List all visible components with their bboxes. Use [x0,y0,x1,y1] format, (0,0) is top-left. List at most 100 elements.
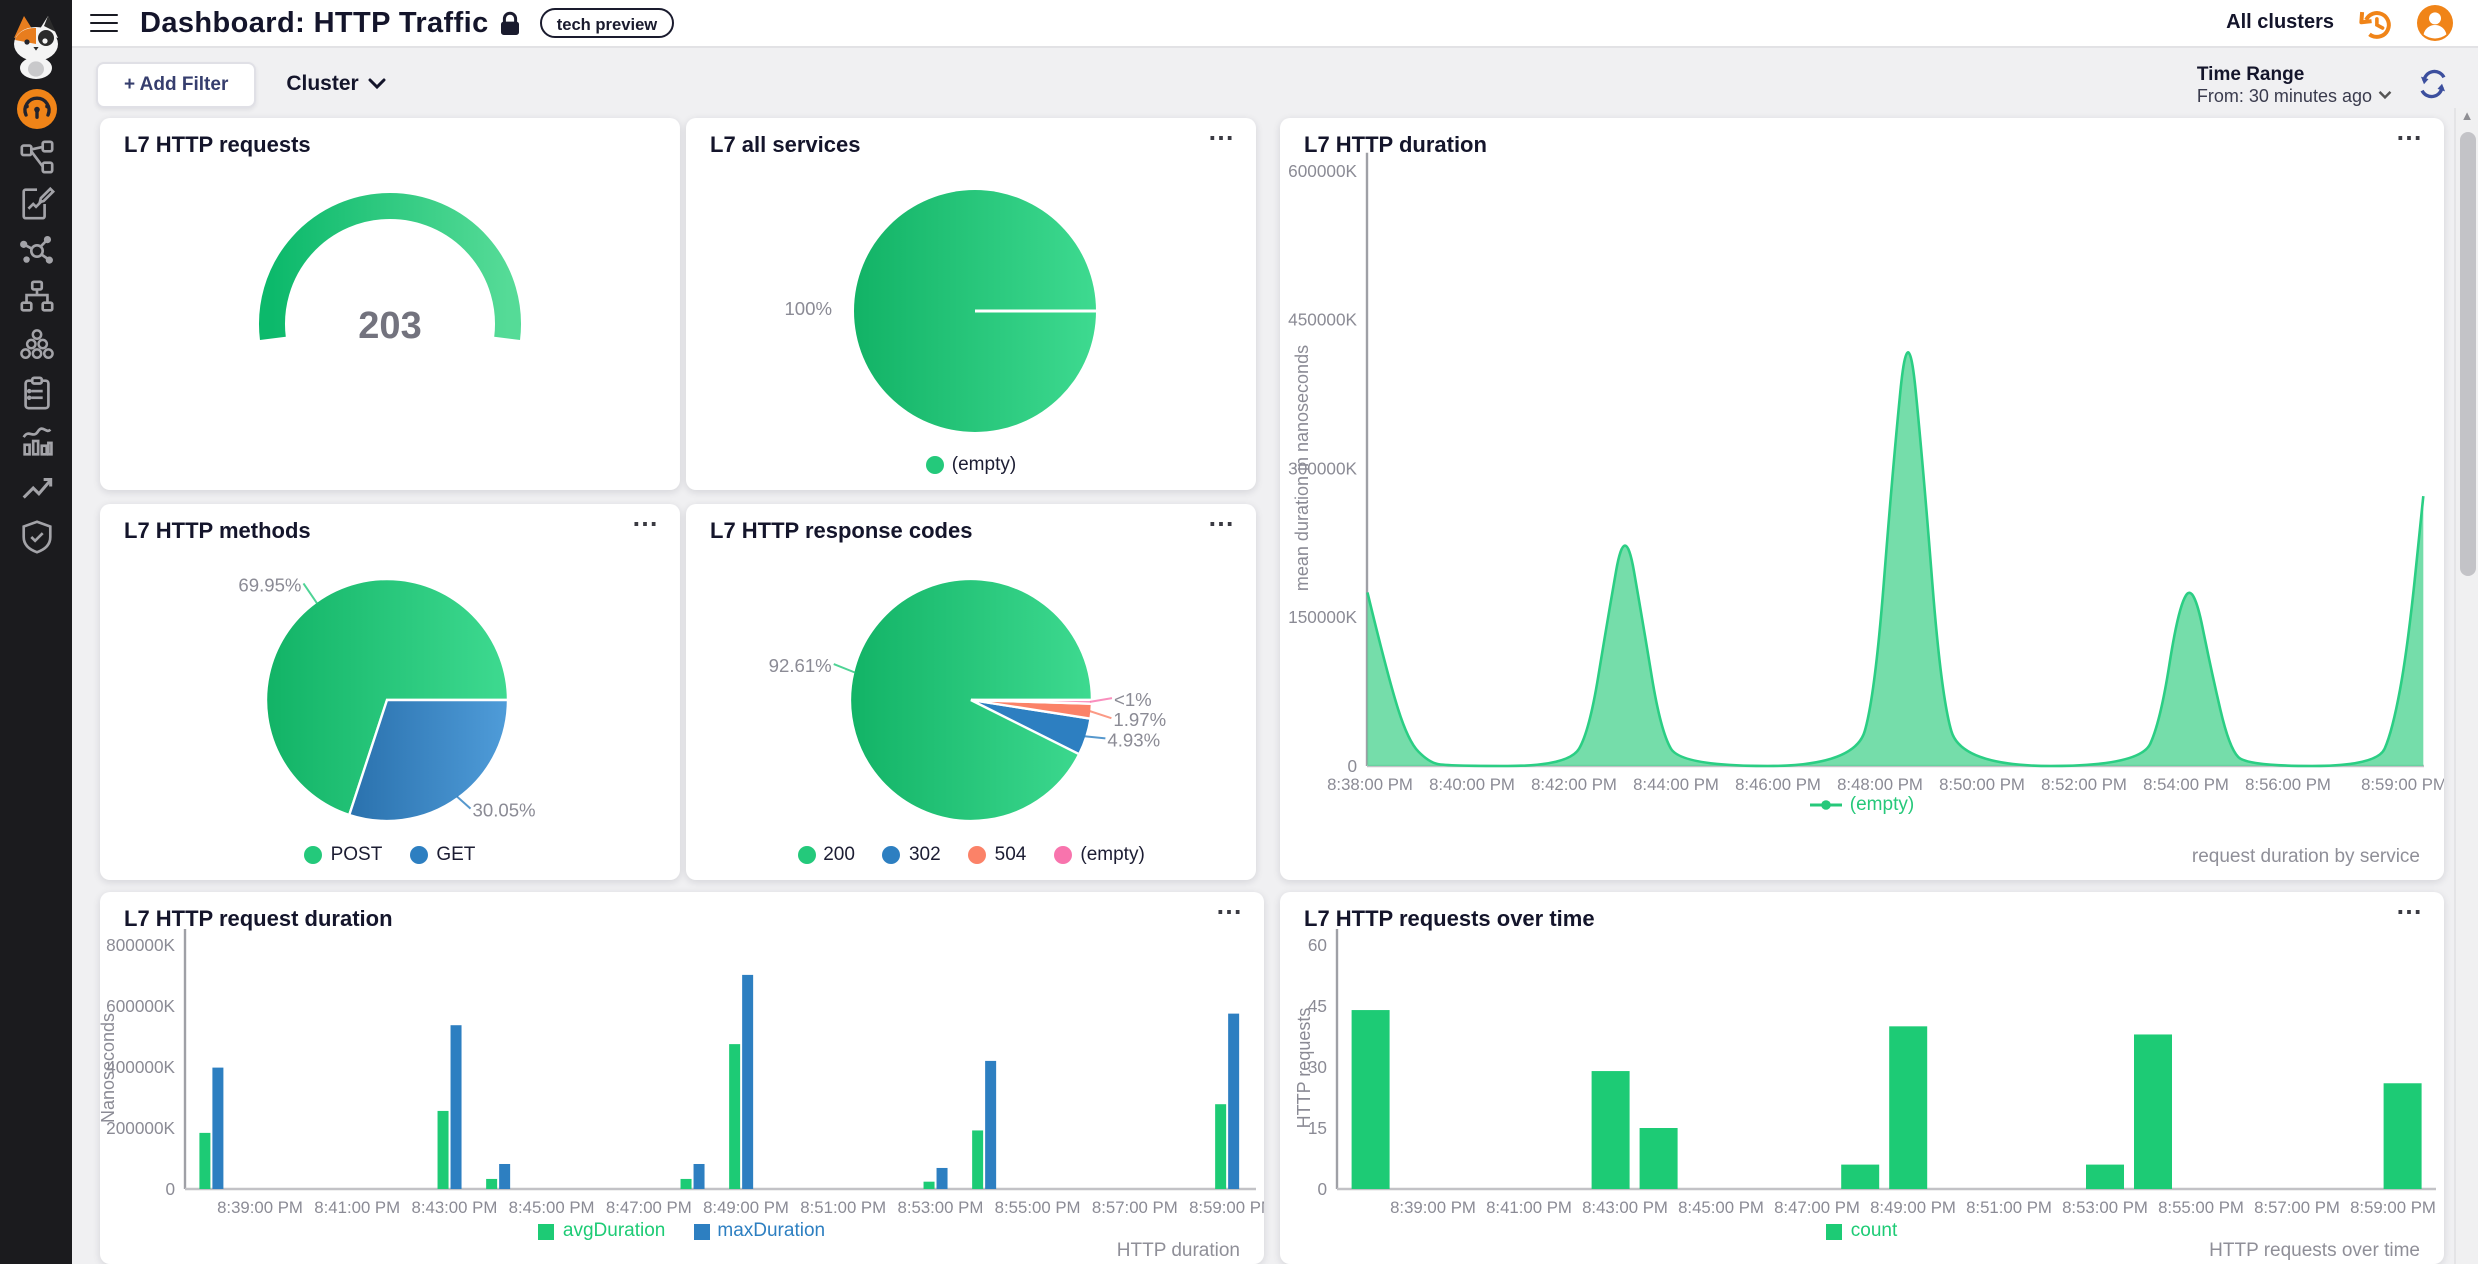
svg-text:8:39:00 PM: 8:39:00 PM [217,1198,303,1217]
legend-item[interactable]: avgDuration [539,1220,665,1242]
svg-text:8:47:00 PM: 8:47:00 PM [1774,1198,1860,1217]
svg-text:92.61%: 92.61% [769,655,832,676]
scrollbar-up-arrow[interactable]: ▲ [2456,110,2478,124]
pie-chart: 100% [686,118,1256,490]
add-filter-button[interactable]: + Add Filter [96,61,256,107]
more-options-icon[interactable]: ⋯ [1216,896,1244,928]
refresh-button[interactable] [2416,68,2450,100]
svg-text:60: 60 [1308,935,1327,955]
more-options-icon[interactable]: ⋯ [2396,122,2424,154]
scrollbar-thumb[interactable] [2459,132,2476,576]
card-l7-http-methods: L7 HTTP methods ⋯ 69.95%30.05% POSTGET [100,504,680,880]
trend-up-icon [17,469,55,507]
svg-text:8:51:00 PM: 8:51:00 PM [800,1198,886,1217]
svg-text:8:59:00 PM: 8:59:00 PM [2361,775,2444,794]
area-chart: 0150000K300000K450000K600000K8:38:00 PM8… [1280,118,2444,880]
document-edit-icon [17,183,55,221]
history-icon[interactable] [2356,5,2394,41]
legend-item[interactable]: (empty) [1810,794,1914,816]
menu-icon[interactable] [90,13,118,33]
svg-text:30.05%: 30.05% [473,800,536,821]
legend-item[interactable]: count [1827,1220,1898,1242]
svg-text:8:50:00 PM: 8:50:00 PM [1939,775,2025,794]
bar-chart-icon [17,421,55,459]
svg-text:8:44:00 PM: 8:44:00 PM [1633,775,1719,794]
svg-text:8:43:00 PM: 8:43:00 PM [411,1198,497,1217]
legend-item[interactable]: 504 [969,844,1027,866]
svg-text:600000K: 600000K [1288,161,1357,181]
svg-text:8:39:00 PM: 8:39:00 PM [1390,1198,1476,1217]
chart-footnote: HTTP requests over time [2209,1240,2420,1262]
more-options-icon[interactable]: ⋯ [2396,896,2424,928]
svg-text:1.97%: 1.97% [1113,709,1166,730]
sidebar-item-dashboard[interactable] [0,86,72,130]
cat-logo-icon[interactable] [8,14,64,78]
molecule-icon [17,231,55,269]
sidebar-item-service-topology[interactable] [0,134,72,178]
sidebar-item-processes[interactable] [0,228,72,272]
svg-text:8:48:00 PM: 8:48:00 PM [1837,775,1923,794]
legend-item[interactable]: (empty) [1054,844,1144,866]
chart-legend: (empty) [1280,794,2444,816]
svg-text:8:38:00 PM: 8:38:00 PM [1327,775,1413,794]
all-clusters-label[interactable]: All clusters [2226,12,2334,34]
shield-check-icon [17,517,55,555]
legend-item[interactable]: GET [410,844,475,866]
cluster-dropdown[interactable]: Cluster [286,72,386,96]
svg-text:8:53:00 PM: 8:53:00 PM [2062,1198,2148,1217]
svg-text:0: 0 [165,1179,175,1199]
refresh-icon [2416,68,2450,100]
more-options-icon[interactable]: ⋯ [632,508,660,540]
svg-text:mean duration in nanoseconds: mean duration in nanoseconds [1292,345,1312,591]
time-range-value: From: 30 minutes ago [2197,85,2372,105]
legend-item[interactable]: 200 [797,844,855,866]
gauge-icon [15,87,57,129]
sidebar-item-metrics[interactable] [0,418,72,462]
svg-text:8:49:00 PM: 8:49:00 PM [703,1198,789,1217]
svg-text:8:41:00 PM: 8:41:00 PM [1486,1198,1572,1217]
svg-text:8:53:00 PM: 8:53:00 PM [897,1198,983,1217]
svg-text:100%: 100% [784,298,832,319]
svg-text:8:40:00 PM: 8:40:00 PM [1429,775,1515,794]
pie-chart: 69.95%30.05% [100,504,680,880]
svg-text:0: 0 [1347,756,1357,776]
chart-legend: avgDuration maxDuration [100,1220,1264,1242]
svg-text:8:56:00 PM: 8:56:00 PM [2245,775,2331,794]
sidebar-item-security[interactable] [0,514,72,558]
more-options-icon[interactable]: ⋯ [1208,508,1236,540]
chart-legend: count [1280,1220,2444,1242]
sidebar-item-policies[interactable] [0,370,72,414]
svg-text:8:47:00 PM: 8:47:00 PM [606,1198,692,1217]
sidebar-item-trends[interactable] [0,466,72,510]
svg-text:8:45:00 PM: 8:45:00 PM [1678,1198,1764,1217]
chevron-down-icon [2378,90,2392,100]
legend-item[interactable]: maxDuration [693,1220,825,1242]
sidebar [0,0,72,1264]
svg-text:8:45:00 PM: 8:45:00 PM [509,1198,595,1217]
svg-text:8:57:00 PM: 8:57:00 PM [1092,1198,1178,1217]
app-root: Dashboard: HTTP Traffic tech preview All… [0,0,2478,1264]
svg-text:8:55:00 PM: 8:55:00 PM [995,1198,1081,1217]
svg-text:Nanoseconds: Nanoseconds [100,1013,118,1123]
card-title: L7 HTTP response codes [710,520,972,544]
user-avatar-icon[interactable] [2416,4,2454,42]
card-title: L7 HTTP request duration [124,908,393,932]
scrollbar[interactable]: ▲ [2454,108,2478,1264]
bar-chart: 0200000K400000K600000K800000K8:39:00 PM8… [100,892,1264,1264]
legend-item[interactable]: (empty) [926,454,1016,476]
legend-item[interactable]: 302 [883,844,941,866]
sidebar-item-clustermesh[interactable] [0,322,72,366]
more-options-icon[interactable]: ⋯ [1208,122,1236,154]
svg-text:8:49:00 PM: 8:49:00 PM [1870,1198,1956,1217]
svg-text:8:52:00 PM: 8:52:00 PM [2041,775,2127,794]
card-title: L7 HTTP requests over time [1304,908,1595,932]
sidebar-item-reports[interactable] [0,180,72,224]
sidebar-item-network-map[interactable] [0,274,72,318]
legend-item[interactable]: POST [305,844,383,866]
chart-legend: (empty) [686,454,1256,476]
card-l7-http-request-duration: L7 HTTP request duration ⋯ 0200000K40000… [100,892,1264,1264]
card-l7-all-services: L7 all services ⋯ 100% (empty) [686,118,1256,490]
time-range-control[interactable]: Time Range From: 30 minutes ago [2197,63,2392,105]
svg-text:8:54:00 PM: 8:54:00 PM [2143,775,2229,794]
chart-legend: POST GET [100,844,680,866]
